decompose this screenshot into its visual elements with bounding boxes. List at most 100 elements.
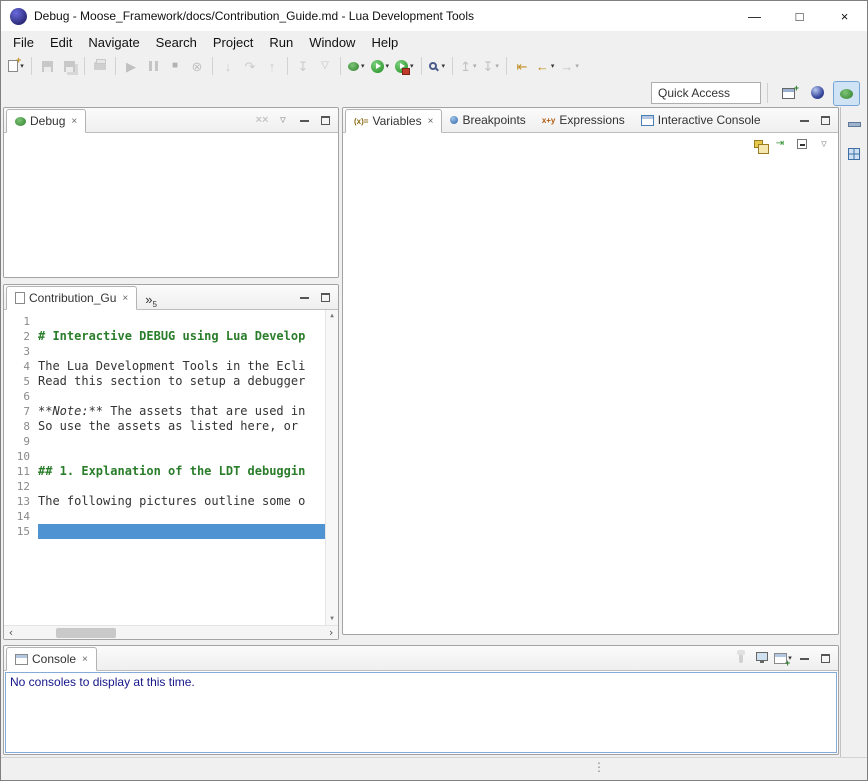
maximize-icon[interactable] <box>316 111 334 129</box>
debug-icon[interactable]: ▾ <box>346 55 367 77</box>
code-line-current[interactable] <box>38 524 325 539</box>
close-window-button[interactable]: × <box>822 1 867 31</box>
dropdown-arrow-icon[interactable]: ▾ <box>361 62 365 70</box>
console-body[interactable]: No consoles to display at this time. <box>5 672 837 753</box>
close-tab-icon[interactable]: × <box>428 116 434 127</box>
line-number-gutter[interactable]: 123456789101112131415 <box>4 310 38 639</box>
collapse-all-icon[interactable] <box>793 135 811 153</box>
views-grid-icon[interactable] <box>844 145 864 163</box>
restore-view-icon[interactable] <box>844 115 864 133</box>
code-line[interactable]: The following pictures outline some o <box>38 494 325 509</box>
close-tab-icon[interactable]: × <box>82 654 88 665</box>
menu-help[interactable]: Help <box>363 33 406 52</box>
editor-vertical-scrollbar[interactable] <box>325 310 338 625</box>
suspend-icon <box>143 55 163 77</box>
back-icon[interactable]: ←▾ <box>534 55 557 77</box>
window-controls: — □ × <box>732 1 867 31</box>
toolbar-separator <box>506 57 507 75</box>
scroll-right-icon[interactable] <box>324 627 338 638</box>
variables-icon: (x)= <box>354 117 368 126</box>
dropdown-arrow-icon[interactable]: ▾ <box>386 62 390 70</box>
external-tools-icon[interactable]: ▾ <box>393 55 416 77</box>
ldt-perspective-icon[interactable] <box>804 80 831 105</box>
code-line[interactable]: So use the assets as listed here, or <box>38 419 325 434</box>
close-tab-icon[interactable]: × <box>71 116 77 127</box>
toolbar-separator <box>212 57 213 75</box>
save-all-icon <box>59 55 79 77</box>
menu-edit[interactable]: Edit <box>42 33 80 52</box>
dropdown-arrow-icon[interactable]: ▾ <box>495 62 499 70</box>
code-line[interactable] <box>38 434 325 449</box>
menu-search[interactable]: Search <box>148 33 205 52</box>
menu-navigate[interactable]: Navigate <box>80 33 147 52</box>
quick-access-input[interactable]: Quick Access <box>651 82 761 104</box>
minimize-window-button[interactable]: — <box>732 1 777 31</box>
dropdown-arrow-icon[interactable]: ▾ <box>473 62 477 70</box>
code-line[interactable]: The Lua Development Tools in the Ecli <box>38 359 325 374</box>
view-menu-icon[interactable]: ▽ <box>815 135 833 153</box>
dropdown-arrow-icon[interactable]: ▾ <box>410 62 414 70</box>
scrollbar-thumb[interactable] <box>56 628 116 638</box>
tab-breakpoints[interactable]: Breakpoints <box>442 108 533 132</box>
code-text: So use the assets as listed here, or <box>38 419 298 433</box>
display-selected-console-icon[interactable] <box>753 649 771 667</box>
menu-file[interactable]: File <box>5 33 42 52</box>
code-line[interactable]: Read this section to setup a debugger <box>38 374 325 389</box>
debug-view: Debug× ××▽ <box>3 107 339 278</box>
search-icon[interactable]: ▾ <box>427 55 448 77</box>
code-line[interactable] <box>38 449 325 464</box>
chevron-icon: » <box>145 293 152 306</box>
view-menu-icon[interactable]: ▽ <box>274 111 292 129</box>
tab-debug[interactable]: Debug× <box>6 109 86 133</box>
code-line[interactable] <box>38 509 325 524</box>
debug-perspective-icon[interactable] <box>833 81 860 106</box>
code-line[interactable] <box>38 314 325 329</box>
perspective-switcher <box>774 80 861 107</box>
minimize-icon[interactable] <box>795 649 813 667</box>
line-number: 14 <box>4 509 30 524</box>
close-tab-icon[interactable]: × <box>122 293 128 304</box>
open-console-icon[interactable]: ▾ <box>774 649 792 667</box>
editor-horizontal-scrollbar[interactable] <box>4 625 338 639</box>
dropdown-arrow-icon[interactable]: ▾ <box>442 62 446 70</box>
code-line[interactable] <box>38 479 325 494</box>
menu-window[interactable]: Window <box>301 33 363 52</box>
code-line[interactable]: ## 1. Explanation of the LDT debuggin <box>38 464 325 479</box>
minimize-icon[interactable] <box>295 111 313 129</box>
last-edit-location-icon[interactable]: ⇤ <box>512 55 532 77</box>
code-line[interactable] <box>38 344 325 359</box>
scroll-left-icon[interactable] <box>4 627 18 638</box>
tab-interactive-console[interactable]: Interactive Console <box>633 108 769 132</box>
scroll-down-icon[interactable] <box>330 616 334 622</box>
tab-contribution-gu[interactable]: Contribution_Gu× <box>6 286 137 310</box>
code-line[interactable]: # Interactive DEBUG using Lua Develop <box>38 329 325 344</box>
debug-view-body[interactable] <box>4 133 338 277</box>
maximize-icon[interactable] <box>816 111 834 129</box>
drag-handle-icon[interactable] <box>593 760 605 774</box>
tab-variables[interactable]: (x)=Variables× <box>345 109 442 133</box>
minimize-icon[interactable] <box>795 111 813 129</box>
hidden-editors-chevron[interactable]: » 5 <box>137 291 165 309</box>
tab-expressions[interactable]: x+yExpressions <box>534 108 633 132</box>
open-perspective-icon[interactable] <box>775 81 802 106</box>
code-editor[interactable]: # Interactive DEBUG using Lua Develop The… <box>38 310 325 639</box>
maximize-icon[interactable] <box>816 649 834 667</box>
maximize-window-button[interactable]: □ <box>777 1 822 31</box>
tab-console[interactable]: Console× <box>6 647 97 671</box>
dropdown-arrow-icon[interactable]: ▾ <box>575 62 579 70</box>
run-icon[interactable]: ▾ <box>369 55 392 77</box>
maximize-icon[interactable] <box>316 288 334 306</box>
menu-project[interactable]: Project <box>205 33 261 52</box>
breakpoints-icon <box>450 116 458 124</box>
show-logical-structure-icon[interactable] <box>749 135 767 153</box>
new-wizard-icon[interactable]: ▾ <box>6 55 26 77</box>
code-line[interactable]: **Note:** The assets that are used in <box>38 404 325 419</box>
code-line[interactable] <box>38 389 325 404</box>
variables-view-body[interactable] <box>343 155 838 634</box>
scroll-up-icon[interactable] <box>330 313 334 319</box>
menu-run[interactable]: Run <box>261 33 301 52</box>
dropdown-arrow-icon[interactable]: ▾ <box>551 62 555 70</box>
minimize-icon[interactable] <box>295 288 313 306</box>
disconnect-icon: ⊗ <box>187 55 207 77</box>
show-details-icon[interactable]: ⇥ <box>771 135 789 153</box>
